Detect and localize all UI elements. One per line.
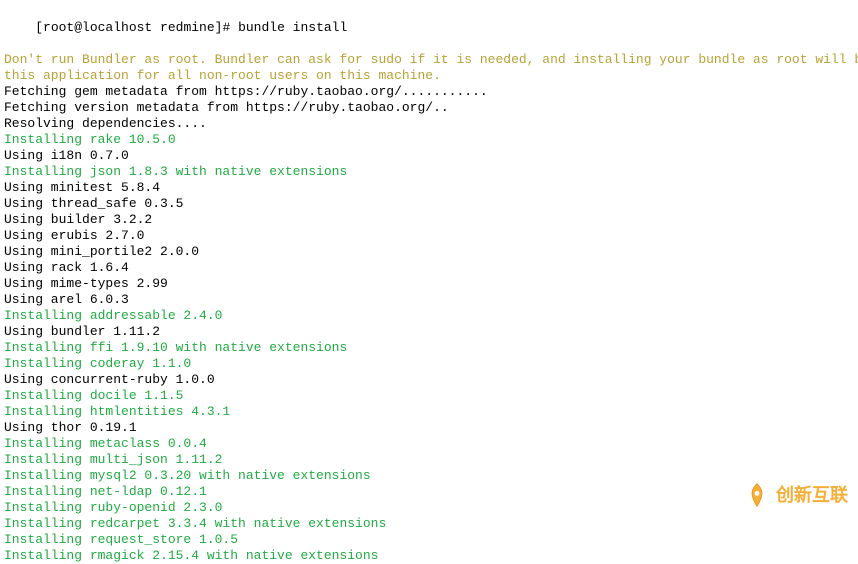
output-line: Installing redcarpet 3.3.4 with native e…: [4, 516, 854, 532]
output-line: Installing multi_json 1.11.2: [4, 452, 854, 468]
prompt-line: [root@localhost redmine]# bundle install: [4, 4, 854, 52]
output-line: Using builder 3.2.2: [4, 212, 854, 228]
output-line: this application for all non-root users …: [4, 68, 854, 84]
output-line: Using i18n 0.7.0: [4, 148, 854, 164]
watermark-text: 创新互联: [776, 487, 848, 503]
output-lines: Don't run Bundler as root. Bundler can a…: [4, 52, 854, 564]
output-line: Resolving dependencies....: [4, 116, 854, 132]
output-line: Installing addressable 2.4.0: [4, 308, 854, 324]
output-line: Installing ffi 1.9.10 with native extens…: [4, 340, 854, 356]
output-line: Installing coderay 1.1.0: [4, 356, 854, 372]
output-line: Installing json 1.8.3 with native extens…: [4, 164, 854, 180]
shell-prompt: [root@localhost redmine]#: [35, 20, 230, 35]
output-line: Fetching version metadata from https://r…: [4, 100, 854, 116]
output-line: Installing htmlentities 4.3.1: [4, 404, 854, 420]
output-line: Fetching gem metadata from https://ruby.…: [4, 84, 854, 100]
output-line: Installing request_store 1.0.5: [4, 532, 854, 548]
output-line: Using concurrent-ruby 1.0.0: [4, 372, 854, 388]
output-line: Using mime-types 2.99: [4, 276, 854, 292]
output-line: Don't run Bundler as root. Bundler can a…: [4, 52, 854, 68]
output-line: Installing mysql2 0.3.20 with native ext…: [4, 468, 854, 484]
output-line: Installing net-ldap 0.12.1: [4, 484, 854, 500]
output-line: Using erubis 2.7.0: [4, 228, 854, 244]
output-line: Installing docile 1.1.5: [4, 388, 854, 404]
output-line: Using thread_safe 0.3.5: [4, 196, 854, 212]
watermark: 创新互联: [744, 482, 848, 508]
watermark-icon: [744, 482, 770, 508]
output-line: Using mini_portile2 2.0.0: [4, 244, 854, 260]
output-line: Using arel 6.0.3: [4, 292, 854, 308]
output-line: Using rack 1.6.4: [4, 260, 854, 276]
output-line: Using minitest 5.8.4: [4, 180, 854, 196]
output-line: Installing metaclass 0.0.4: [4, 436, 854, 452]
terminal-output: [root@localhost redmine]# bundle install…: [4, 4, 854, 564]
output-line: Installing rmagick 2.15.4 with native ex…: [4, 548, 854, 564]
output-line: Installing ruby-openid 2.3.0: [4, 500, 854, 516]
output-line: Using thor 0.19.1: [4, 420, 854, 436]
shell-command: bundle install: [230, 20, 347, 35]
output-line: Installing rake 10.5.0: [4, 132, 854, 148]
output-line: Using bundler 1.11.2: [4, 324, 854, 340]
